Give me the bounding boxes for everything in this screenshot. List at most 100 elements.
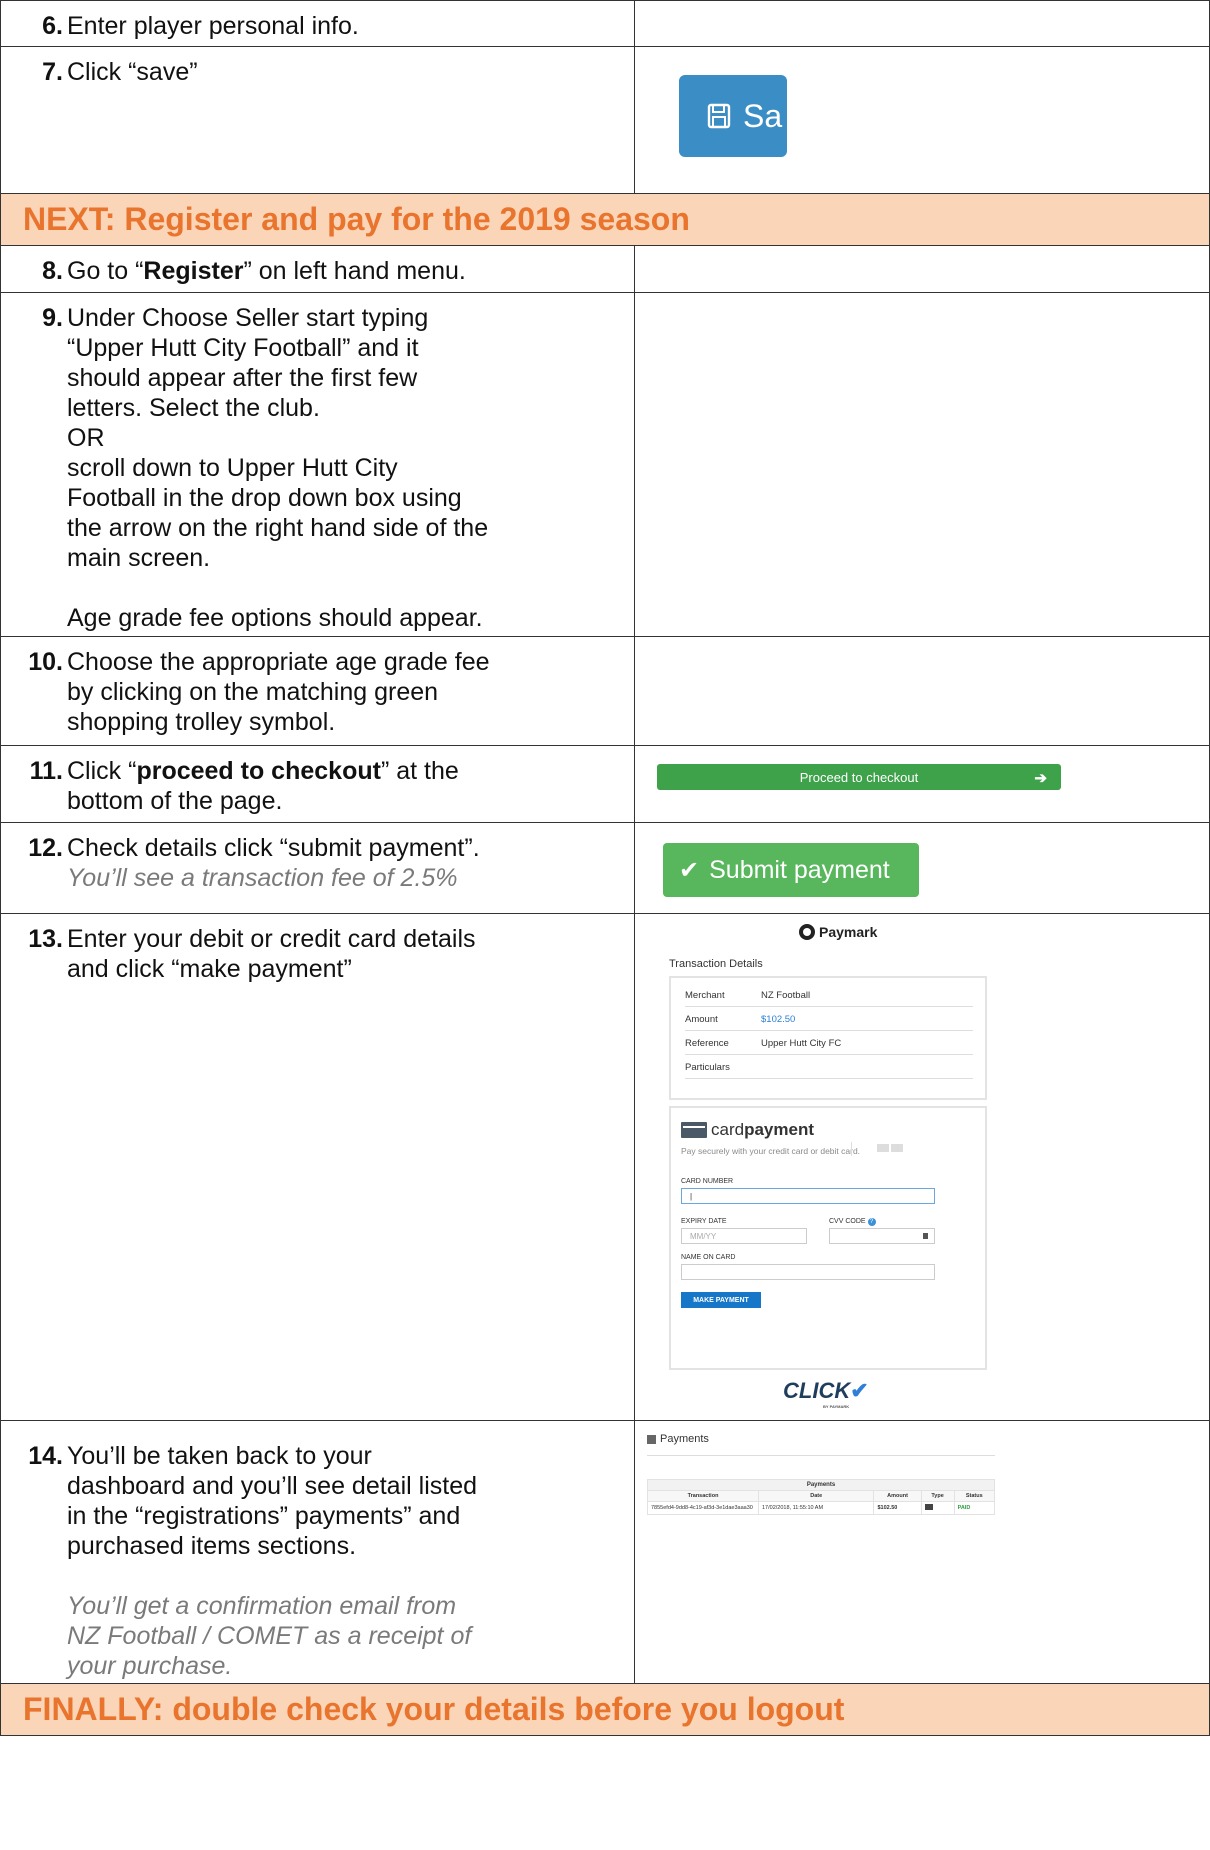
- transaction-details-box: Merchant NZ Football Amount $102.50 Refe…: [669, 976, 987, 1100]
- step-text-bold: proceed to checkout: [136, 757, 381, 785]
- step-13-text-cell: 13. Enter your debit or credit card deta…: [1, 914, 635, 1420]
- step-number: 14.: [28, 1442, 63, 1470]
- instructions-document: 6. Enter player personal info. 7. Click …: [0, 0, 1210, 1736]
- step-text-pre: Click “: [67, 757, 137, 785]
- step-line: Football in the drop down box using: [67, 484, 462, 512]
- section-header-next-text: NEXT: Register and pay for the 2019 seas…: [23, 201, 690, 237]
- step-12-image-cell: ✔ Submit payment: [635, 823, 1209, 913]
- step-line: OR: [67, 424, 105, 452]
- step-13-image-cell: Paymark Transaction Details Merchant NZ …: [635, 914, 1209, 1420]
- step-number: 6.: [42, 12, 63, 40]
- step-number: 11.: [29, 757, 63, 785]
- paymark-logo-icon: [799, 924, 815, 940]
- table-row: 7855efd4-9dd8-4c19-af3d-3e1dae3aaa30 17/…: [647, 1501, 996, 1515]
- column-header: Type: [920, 1490, 955, 1502]
- expiry-date-label: EXPIRY DATE: [681, 1218, 727, 1225]
- amount-cell: $102.50: [873, 1501, 922, 1515]
- step-text-bold: Register: [143, 257, 244, 285]
- transaction-value: Upper Hutt City FC: [761, 1037, 842, 1049]
- step-text-pre: Go to “: [67, 257, 144, 285]
- expiry-placeholder: MM/YY: [690, 1231, 717, 1241]
- proceed-to-checkout-button[interactable]: Proceed to checkout ➔: [657, 764, 1061, 790]
- save-button-label: Sa: [743, 97, 783, 134]
- paymark-screenshot: Paymark Transaction Details Merchant NZ …: [635, 914, 1209, 1420]
- floppy-disk-icon: [707, 103, 731, 129]
- step-10-text-cell: 10. Choose the appropriate age grade fee…: [1, 637, 635, 745]
- step-line: dashboard and you’ll see detail listed: [67, 1472, 477, 1500]
- step-6-text-cell: 6. Enter player personal info.: [1, 1, 635, 46]
- card-brand-icons: [877, 1144, 903, 1152]
- name-on-card-label: NAME ON CARD: [681, 1254, 736, 1261]
- step-9-row: 9. Under Choose Seller start typing “Upp…: [0, 293, 1210, 637]
- transaction-row: Merchant NZ Football: [685, 984, 973, 1007]
- help-icon[interactable]: ?: [867, 1218, 876, 1226]
- step-10-image-cell: [635, 637, 1209, 745]
- expiry-date-input[interactable]: MM/YY: [681, 1228, 807, 1244]
- card-number-label: CARD NUMBER: [681, 1178, 734, 1185]
- transaction-value: $102.50: [761, 1013, 796, 1025]
- step-number: 10.: [28, 648, 63, 676]
- section-header-next: NEXT: Register and pay for the 2019 seas…: [0, 194, 1210, 246]
- step-6-image-cell: [635, 1, 1209, 46]
- status-cell: PAID: [953, 1501, 996, 1515]
- click-logo-text: CLICK: [783, 1378, 851, 1403]
- step-12-text-cell: 12. Check details click “submit payment”…: [1, 823, 635, 913]
- step-line: Enter your debit or credit card details: [67, 925, 476, 953]
- step-12-row: 12. Check details click “submit payment”…: [0, 823, 1210, 914]
- divider: [647, 1455, 995, 1456]
- step-line: and click “make payment”: [67, 955, 352, 983]
- transaction-key: Particulars: [685, 1061, 730, 1073]
- make-payment-button[interactable]: MAKE PAYMENT: [681, 1292, 761, 1308]
- save-button[interactable]: Sa: [679, 75, 787, 157]
- step-text-post: ” on left hand menu.: [243, 257, 466, 285]
- step-note: You’ll get a confirmation email from: [67, 1592, 457, 1620]
- cvv-code-input[interactable]: [829, 1228, 935, 1244]
- card-payment-word2: payment: [744, 1120, 814, 1139]
- mastercard-icon: [891, 1144, 903, 1152]
- step-number: 13.: [28, 925, 63, 953]
- step-line: purchased items sections.: [67, 1532, 357, 1560]
- submit-payment-button[interactable]: ✔ Submit payment: [663, 843, 919, 897]
- payments-heading-text: Payments: [660, 1433, 709, 1445]
- step-line: Choose the appropriate age grade fee: [67, 648, 490, 676]
- step-text: Enter player personal info.: [67, 12, 359, 40]
- step-8-image-cell: [635, 246, 1209, 292]
- payments-heading: Payments: [647, 1433, 709, 1445]
- submit-payment-label: Submit payment: [709, 855, 890, 884]
- payments-table-title: Payments: [647, 1479, 995, 1491]
- card-number-value: |: [690, 1191, 693, 1201]
- column-header: Transaction: [647, 1490, 759, 1502]
- divider: [851, 1142, 852, 1156]
- visa-icon: [877, 1144, 889, 1152]
- credit-card-icon: [924, 1504, 933, 1510]
- calculator-icon: [647, 1434, 656, 1444]
- name-on-card-input[interactable]: [681, 1264, 935, 1280]
- step-line: You’ll be taken back to your: [67, 1442, 372, 1470]
- transaction-value: NZ Football: [761, 989, 811, 1001]
- step-note: NZ Football / COMET as a receipt of: [67, 1622, 472, 1650]
- checkmark-icon: ✔: [679, 856, 700, 884]
- transaction-row: Reference Upper Hutt City FC: [685, 1032, 973, 1055]
- step-line: the arrow on the right hand side of the: [67, 514, 489, 542]
- step-8-row: 8. Go to “Register” on left hand menu.: [0, 246, 1210, 293]
- step-14-image-cell: Payments Payments Transaction Date Amoun…: [635, 1421, 1209, 1683]
- transaction-details-title: Transaction Details: [669, 958, 763, 970]
- card-payment-word1: card: [711, 1120, 745, 1139]
- step-10-row: 10. Choose the appropriate age grade fee…: [0, 637, 1210, 746]
- transaction-key: Merchant: [685, 989, 725, 1001]
- payments-screenshot: Payments Payments Transaction Date Amoun…: [635, 1421, 1209, 1683]
- make-payment-label: MAKE PAYMENT: [693, 1296, 749, 1304]
- card-payment-box: card payment Pay securely with your credi…: [669, 1106, 987, 1370]
- card-payment-heading: card payment: [681, 1120, 814, 1140]
- step-line: Age grade fee options should appear.: [67, 604, 483, 632]
- paymark-brand: Paymark: [819, 924, 878, 940]
- step-text: Click “save”: [67, 58, 198, 86]
- cvv-label-text: CVV CODE: [829, 1218, 866, 1225]
- click-by-paymark-logo: CLICK✔ BY PAYMARK: [783, 1378, 869, 1409]
- click-logo-subtext: BY PAYMARK: [823, 1404, 850, 1409]
- step-7-image-cell: Sa: [635, 47, 1209, 193]
- column-header: Status: [953, 1490, 996, 1502]
- step-line: in the “registrations” payments” and: [67, 1502, 461, 1530]
- step-line: Under Choose Seller start typing: [67, 304, 429, 332]
- card-number-input[interactable]: |: [681, 1188, 935, 1204]
